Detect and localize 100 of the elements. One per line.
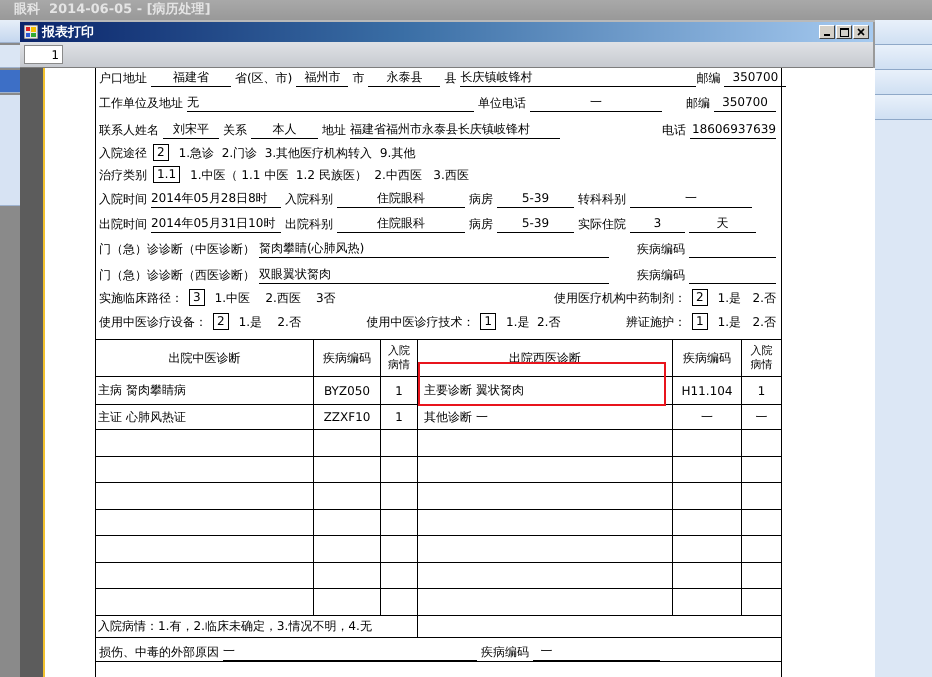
code-box: 2 [213,313,229,330]
side-panel [875,95,932,120]
form-label: 入院科别 [285,191,333,208]
page-number-field[interactable]: 1 [24,45,63,64]
table-cell: 主要诊断 翼状胬肉 [418,377,673,405]
code-box: 1 [692,313,708,330]
options-text: 1.是 2.否 [506,314,560,331]
table-cell: 1 [742,377,781,405]
table-cell [314,589,381,616]
close-button[interactable] [853,25,869,39]
unit-label: 天 [689,215,756,233]
form-label: 邮编 [686,95,710,112]
table-cell [381,510,418,536]
table-cell [381,457,418,483]
table-cell [673,536,742,563]
maximize-icon [840,28,848,36]
table-cell: BYZ050 [314,377,381,405]
form-label: 入院途径 [99,145,147,162]
form-label: 入院时间 [99,191,147,208]
form-value: 无 [187,94,474,112]
code-box: 2 [692,289,708,306]
form-label: 实施临床路径： [99,290,183,307]
form-value: 2014年05月31日10时 [151,215,281,233]
table-cell [673,589,742,616]
options-text: 1.中医 2.西医 3否 [214,290,336,307]
side-panel [0,45,20,68]
form-value: 5-39 [497,190,574,208]
form-value: 5-39 [497,215,574,233]
table-cell: 入院病情：1.有，2.临床未确定，3.情况不明，4.无 [96,616,418,638]
table-cell: 主病 胬肉攀睛病 [96,377,314,405]
form-value: 2014年05月28日8时 [151,190,281,208]
form-value: 长庆镇岐锋村 [460,69,696,87]
form-value: 18606937639 [690,121,776,139]
table-cell [381,430,418,457]
close-icon [857,28,865,36]
table-cell [673,563,742,589]
header-cell: 疾病编码 [673,340,742,377]
table-cell: 其他诊断 一 [418,405,673,430]
code-box: 1 [480,313,496,330]
form-value: 福州市 [296,69,348,87]
side-panel [875,70,932,95]
side-panel [0,20,20,43]
table-cell [314,483,381,510]
table-cell: 1 [381,405,418,430]
header-cell: 入院病情 [742,340,781,377]
form-value: 本人 [251,121,318,139]
options-text: 1.是 2.否 [718,314,776,331]
form-value: 福建省 [151,69,231,87]
table-cell [314,563,381,589]
form-label: 地址 [322,122,346,139]
form-label: 疾病编码 [637,267,685,284]
app-title: 眼科 2014-06-05 - [病历处理] [0,0,932,20]
form-value: 350700 [714,94,776,112]
maximize-button[interactable] [836,25,852,39]
table-cell [673,483,742,510]
form-value: 胬肉攀睛(心肺风热) [259,240,609,258]
form-label: 省(区、市) [235,70,292,87]
table-cell [673,430,742,457]
window-title: 报表打印 [42,24,94,41]
table-cell [314,430,381,457]
form-label: 病房 [469,191,493,208]
form-value: 住院眼科 [337,215,465,233]
form-label: 联系人姓名 [99,122,159,139]
header-cell: 出院中医诊断 [96,340,314,377]
table-cell: 1 [381,377,418,405]
form-label: 损伤、中毒的外部原因 [99,644,219,661]
form-label: 使用中医诊疗设备： [99,314,207,331]
form-label: 使用医疗机构中药制剂： [554,290,686,307]
side-panel [875,20,932,45]
table-cell [314,536,381,563]
form-label: 疾病编码 [481,644,529,661]
form-value: 永泰县 [368,69,440,87]
form-label: 市 [352,70,364,87]
form-label: 邮编 [696,70,720,87]
form-value: 双眼翼状胬肉 [259,266,609,284]
form-label: 辨证施护： [626,314,686,331]
form-value: 一 [630,190,752,208]
form-label: 出院科别 [285,216,333,233]
form-value: 刘宋平 [163,121,219,139]
options-text: 1.是 2.否 [238,314,301,331]
form-label: 疾病编码 [637,241,685,258]
form-label: 关系 [223,122,247,139]
table-cell [673,457,742,483]
options-text: 1.是 2.否 [718,290,776,307]
form-value: 一 [530,94,662,112]
options-text: 1.中医（ 1.1 中医 1.2 民族医） 2.中西医 3.西医 [190,167,469,184]
header-cell: 疾病编码 [314,340,381,377]
form-label: 治疗类别 [99,167,147,184]
code-box: 3 [189,289,205,306]
table-cell: ZZXF10 [314,405,381,430]
code-box: 1.1 [153,166,180,183]
table-cell [314,510,381,536]
table-cell: H11.104 [673,377,742,405]
minimize-button[interactable] [819,25,835,39]
table-cell [314,457,381,483]
options-text: 1.急诊 2.门诊 3.其他医疗机构转入 9.其他 [178,145,416,162]
table-cell: 主证 心肺风热证 [96,405,314,430]
form-label: 门（急）诊诊断（中医诊断） [99,241,255,258]
code-box: 2 [153,144,169,161]
form-value: 福建省福州市永泰县长庆镇岐锋村 [350,121,560,139]
